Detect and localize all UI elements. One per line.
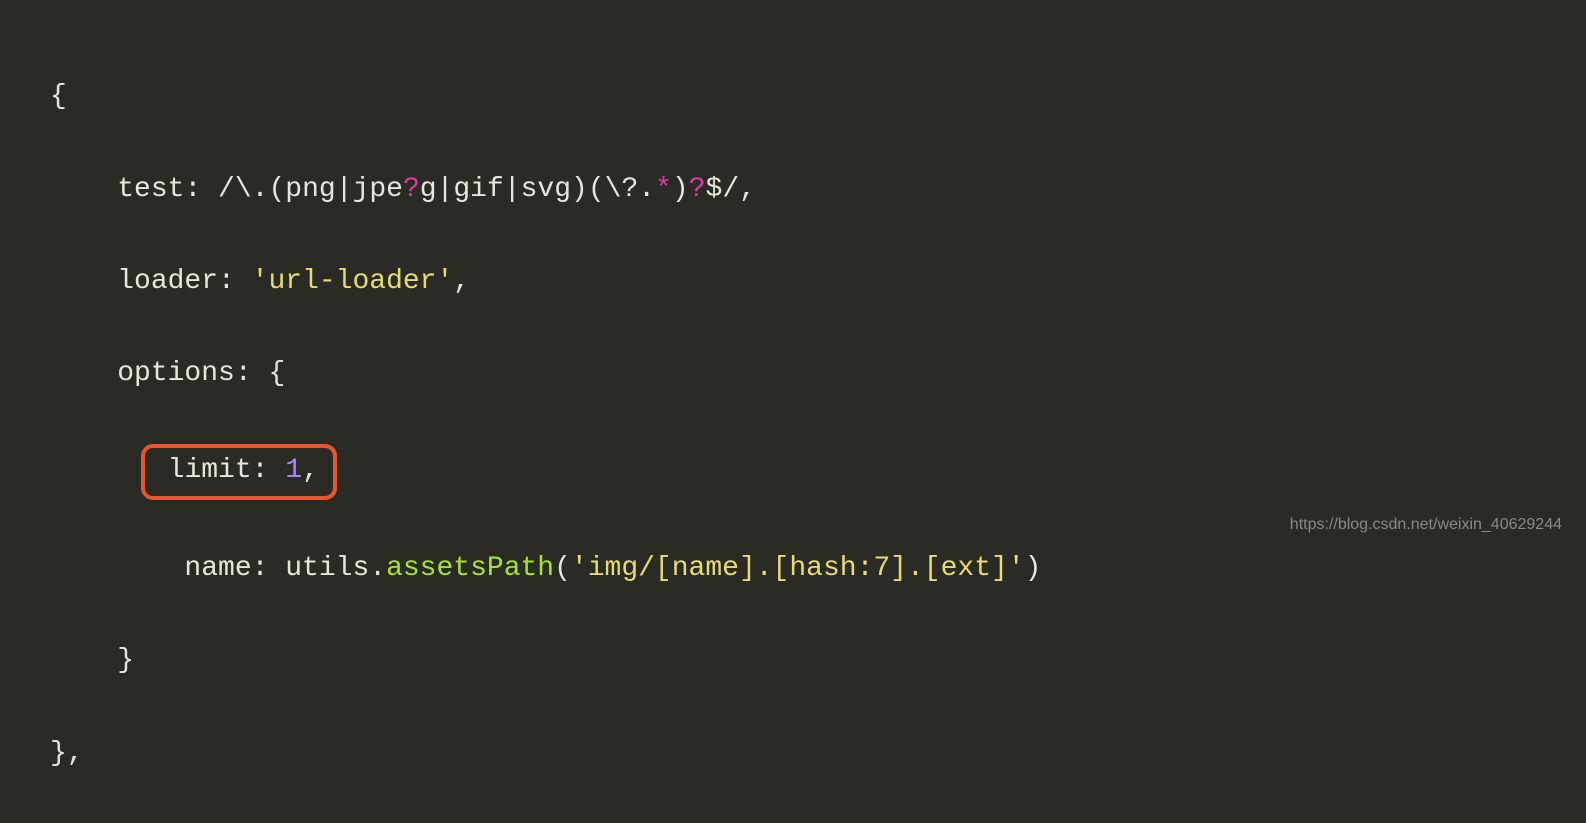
regex-text: g (420, 174, 437, 205)
dot: . (369, 553, 386, 584)
colon: : (184, 174, 218, 205)
string-literal: 'img/[name].[hash:7].[ext]' (571, 553, 1025, 584)
code-line-8: }, (50, 731, 1536, 777)
regex-text: png (285, 174, 335, 205)
variable-utils: utils (285, 553, 369, 584)
code-line-6: name: utils.assetsPath('img/[name].[hash… (50, 546, 1536, 592)
comma: , (739, 174, 756, 205)
property-limit: limit (168, 455, 252, 486)
regex-quantifier: ? (689, 174, 706, 205)
brace-open: { (50, 81, 67, 112)
property-loader: loader (117, 266, 218, 297)
regex-paren: ) (571, 174, 588, 205)
regex-text: svg (521, 174, 571, 205)
regex-pipe: | (336, 174, 353, 205)
regex-paren: ( (588, 174, 605, 205)
code-line-2: test: /\.(png|jpe?g|gif|svg)(\?.*)?$/, (50, 167, 1536, 213)
comma: , (453, 266, 470, 297)
number-literal: 1 (285, 455, 302, 486)
regex-anchor: $ (706, 174, 723, 205)
brace-open: { (268, 358, 285, 389)
code-line-1: { (50, 74, 1536, 120)
regex-close: / (722, 174, 739, 205)
colon: : (235, 358, 269, 389)
regex-text: gif (453, 174, 503, 205)
regex-dot: . (638, 174, 655, 205)
code-line-4: options: { (50, 351, 1536, 397)
regex-paren: ) (672, 174, 689, 205)
regex-escape: \? (605, 174, 639, 205)
code-line-7: } (50, 638, 1536, 684)
colon: : (252, 455, 286, 486)
code-line-5: limit: 1, (50, 444, 1536, 500)
brace-close: } (117, 645, 134, 676)
regex-pipe: | (437, 174, 454, 205)
regex-open: / (218, 174, 235, 205)
colon: : (218, 266, 252, 297)
highlight-annotation: limit: 1, (141, 444, 337, 500)
method-assetspath: assetsPath (386, 553, 554, 584)
brace-close: } (50, 738, 67, 769)
code-block: { test: /\.(png|jpe?g|gif|svg)(\?.*)?$/,… (50, 28, 1536, 823)
comma: , (302, 455, 319, 486)
watermark-text: https://blog.csdn.net/weixin_40629244 (1290, 512, 1562, 538)
regex-pipe: | (504, 174, 521, 205)
property-options: options (117, 358, 235, 389)
property-name: name (184, 553, 251, 584)
paren-open: ( (554, 553, 571, 584)
regex-text: jpe (353, 174, 403, 205)
regex-star: * (655, 174, 672, 205)
code-line-3: loader: 'url-loader', (50, 259, 1536, 305)
property-test: test (117, 174, 184, 205)
paren-close: ) (1025, 553, 1042, 584)
colon: : (252, 553, 286, 584)
regex-escape: \. (235, 174, 269, 205)
comma: , (67, 738, 84, 769)
regex-paren: ( (268, 174, 285, 205)
regex-quantifier: ? (403, 174, 420, 205)
string-literal: 'url-loader' (252, 266, 454, 297)
